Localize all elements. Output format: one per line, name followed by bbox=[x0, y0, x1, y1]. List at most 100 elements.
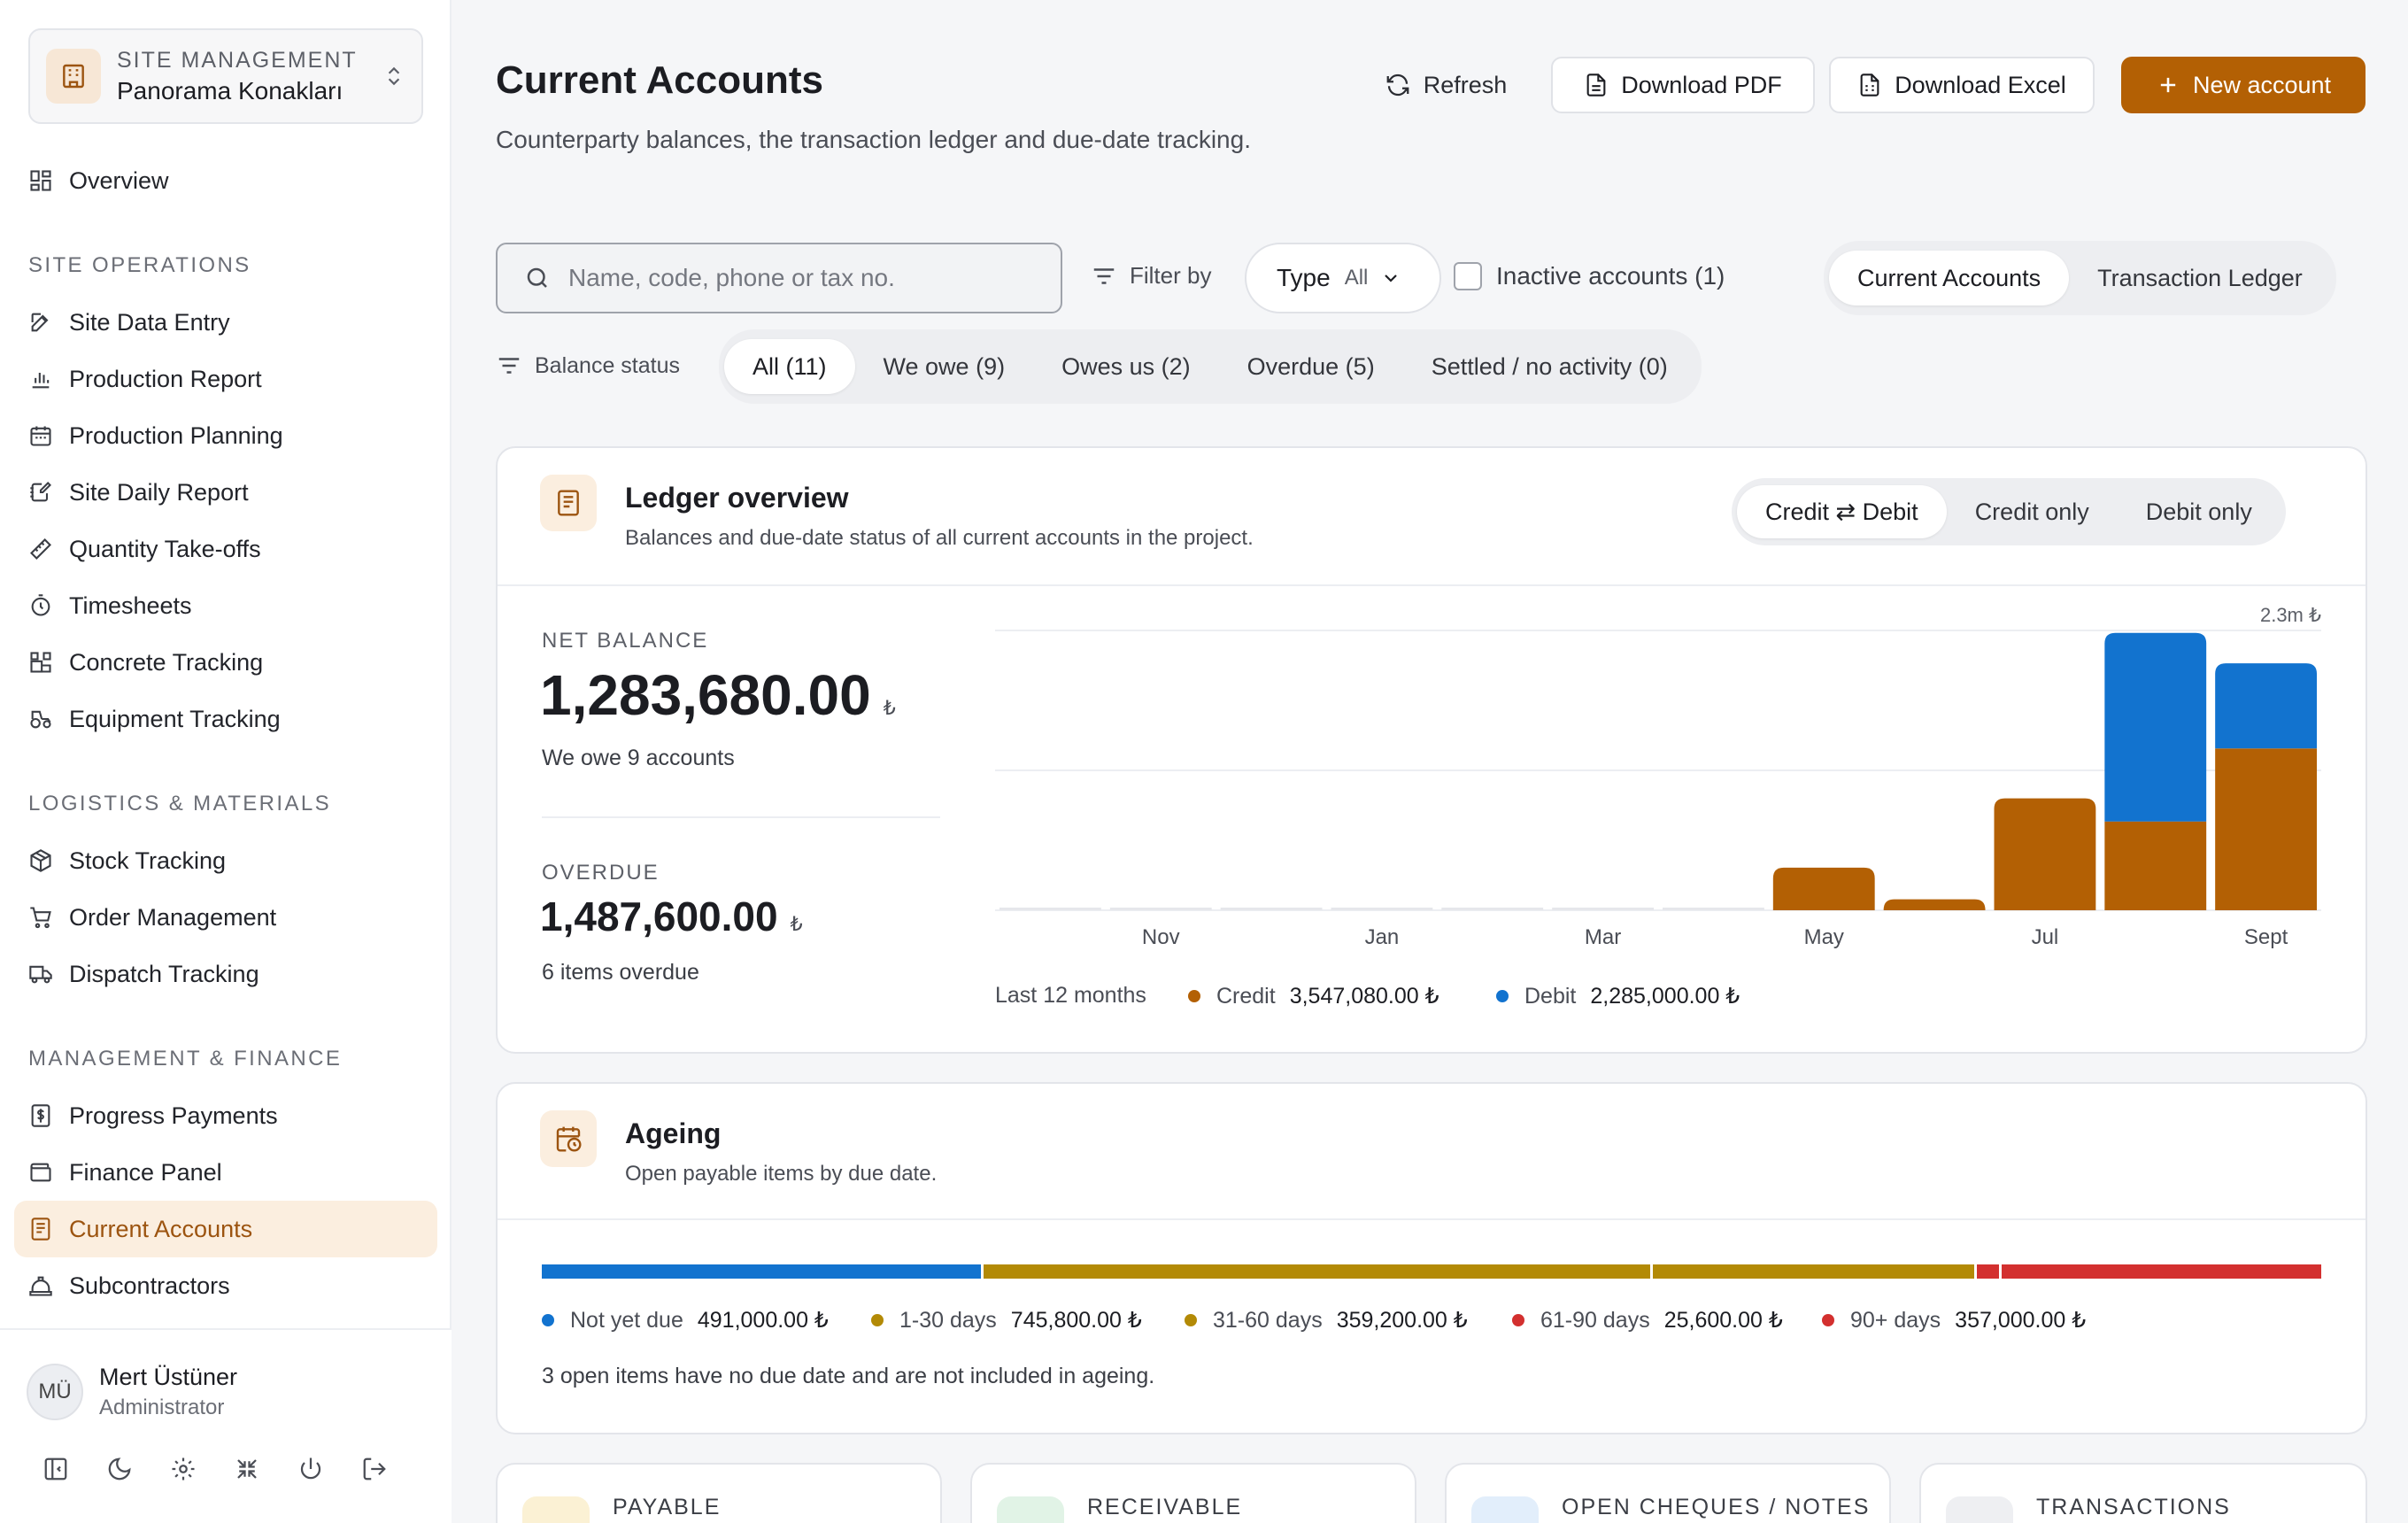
ageing-subtitle: Open payable items by due date. bbox=[625, 1162, 938, 1186]
legend-credit: Credit 3,547,080.00 ₺ bbox=[1188, 983, 1439, 1009]
bar-empty-Oct bbox=[999, 908, 1101, 910]
bar-chart-icon bbox=[32, 373, 50, 389]
balance-status-label: Balance status bbox=[496, 352, 680, 379]
calendar-icon bbox=[30, 426, 51, 446]
chip-overdue[interactable]: Overdue (5) bbox=[1219, 339, 1403, 394]
x-tick-label: Sept bbox=[2244, 925, 2288, 949]
sidebar-item-order-management[interactable]: Order Management bbox=[14, 889, 437, 946]
sidebar-item-label: Concrete Tracking bbox=[69, 648, 264, 676]
chip-owes-us[interactable]: Owes us (2) bbox=[1033, 339, 1219, 394]
tab-current-accounts[interactable]: Current Accounts bbox=[1829, 251, 2070, 305]
sidebar-item-label: Quantity Take-offs bbox=[69, 535, 261, 562]
transactions-icon bbox=[1946, 1496, 2013, 1523]
search-input[interactable] bbox=[568, 264, 1029, 292]
sidebar-item-dispatch-tracking[interactable]: Dispatch Tracking bbox=[14, 946, 437, 1002]
user-panel: MÜ Mert Üstüner Administrator bbox=[0, 1328, 452, 1523]
chip-settled[interactable]: Settled / no activity (0) bbox=[1403, 339, 1696, 394]
ruler-icon bbox=[30, 538, 51, 560]
tractor-icon bbox=[30, 710, 51, 729]
sidebar-item-concrete-tracking[interactable]: Concrete Tracking bbox=[14, 634, 437, 691]
collapse-sidebar-icon[interactable] bbox=[39, 1452, 73, 1486]
bar-empty-Apr bbox=[1663, 908, 1764, 910]
summary-card-open-cheques[interactable]: OPEN CHEQUES / NOTES bbox=[1445, 1463, 1891, 1523]
stopwatch-icon bbox=[31, 594, 50, 616]
chip-we-owe[interactable]: We owe (9) bbox=[855, 339, 1034, 394]
calendar-clock-icon bbox=[540, 1110, 597, 1167]
ageing-segment-not-yet-due bbox=[542, 1264, 981, 1279]
ageing-segment-31-60 bbox=[1652, 1264, 1974, 1279]
sidebar-item-label: Current Accounts bbox=[69, 1215, 253, 1242]
minimize-icon[interactable] bbox=[230, 1452, 264, 1486]
bar-debit-Sept bbox=[2215, 663, 2317, 749]
download-pdf-button[interactable]: Download PDF bbox=[1551, 57, 1815, 113]
bar-empty-Nov bbox=[1109, 908, 1212, 910]
ageing-segment-90-plus bbox=[2002, 1264, 2321, 1279]
truck-icon bbox=[29, 965, 52, 984]
section-site-operations: SITE OPERATIONS bbox=[28, 253, 251, 277]
sidebar-item-progress-payments[interactable]: Progress Payments bbox=[14, 1087, 437, 1144]
refresh-button[interactable]: Refresh bbox=[1370, 57, 1521, 113]
page-title: Current Accounts bbox=[496, 58, 823, 102]
sidebar-item-label: Order Management bbox=[69, 903, 277, 931]
balance-status-chips: All (11) We owe (9) Owes us (2) Overdue … bbox=[719, 329, 1702, 404]
package-icon bbox=[30, 849, 51, 872]
tab-transaction-ledger[interactable]: Transaction Ledger bbox=[2069, 251, 2331, 305]
sidebar-item-site-data-entry[interactable]: Site Data Entry bbox=[14, 294, 437, 351]
legend-period: Last 12 months bbox=[995, 983, 1146, 1008]
power-icon[interactable] bbox=[294, 1452, 328, 1486]
notebook-pen-icon bbox=[30, 482, 51, 502]
sidebar-item-equipment-tracking[interactable]: Equipment Tracking bbox=[14, 691, 437, 747]
ageing-title: Ageing bbox=[625, 1117, 722, 1149]
sidebar-item-label: Production Planning bbox=[69, 421, 283, 449]
sidebar-item-overview[interactable]: Overview bbox=[14, 152, 437, 209]
inactive-checkbox[interactable] bbox=[1454, 262, 1482, 290]
bar-empty-Feb bbox=[1441, 908, 1544, 910]
ageing-legend-61-90: 61-90 days 25,600.00 ₺ bbox=[1512, 1307, 1783, 1334]
logout-icon[interactable] bbox=[358, 1452, 391, 1486]
site-switcher[interactable]: SITE MANAGEMENT Panorama Konakları bbox=[28, 28, 423, 124]
edit-icon bbox=[31, 313, 49, 332]
sidebar-item-stock-tracking[interactable]: Stock Tracking bbox=[14, 832, 437, 889]
avatar[interactable]: MÜ bbox=[27, 1364, 83, 1420]
sidebar-item-label: Timesheets bbox=[69, 591, 192, 619]
sidebar-item-label: Production Report bbox=[69, 365, 262, 392]
search-icon bbox=[527, 267, 547, 288]
summary-card-transactions[interactable]: TRANSACTIONS bbox=[1919, 1463, 2367, 1523]
sidebar-item-label: Progress Payments bbox=[69, 1102, 278, 1129]
ageing-segment-1-30 bbox=[983, 1264, 1650, 1279]
sidebar-item-label: Overview bbox=[69, 166, 169, 194]
filter-by-label: Filter by bbox=[1091, 262, 1211, 290]
sidebar-item-production-planning[interactable]: Production Planning bbox=[14, 407, 437, 464]
bar-empty-Mar bbox=[1552, 908, 1654, 910]
download-excel-button[interactable]: Download Excel bbox=[1829, 57, 2095, 113]
summary-card-receivable[interactable]: RECEIVABLE bbox=[970, 1463, 1416, 1523]
receipt-dollar-icon bbox=[31, 1104, 50, 1127]
sidebar-item-site-daily-report[interactable]: Site Daily Report bbox=[14, 464, 437, 521]
sidebar-item-finance-panel[interactable]: Finance Panel bbox=[14, 1144, 437, 1201]
bar-empty-Dec bbox=[1220, 908, 1323, 910]
sidebar-item-timesheets[interactable]: Timesheets bbox=[14, 577, 437, 634]
plus-icon bbox=[2160, 77, 2176, 93]
sidebar-item-current-accounts[interactable]: Current Accounts bbox=[14, 1201, 437, 1257]
y-max-label: 2.3m ₺ bbox=[2260, 604, 2321, 626]
settings-icon[interactable] bbox=[166, 1452, 200, 1486]
bar-credit-Sept bbox=[2215, 748, 2317, 910]
chip-all[interactable]: All (11) bbox=[724, 339, 855, 394]
dark-mode-icon[interactable] bbox=[103, 1452, 136, 1486]
sidebar-item-quantity-take-offs[interactable]: Quantity Take-offs bbox=[14, 521, 437, 577]
sidebar-item-production-report[interactable]: Production Report bbox=[14, 351, 437, 407]
search-box[interactable] bbox=[496, 243, 1062, 313]
sidebar-item-label: Equipment Tracking bbox=[69, 705, 281, 732]
ledger-icon bbox=[31, 1218, 50, 1241]
ageing-legend-31-60: 31-60 days 359,200.00 ₺ bbox=[1185, 1307, 1468, 1334]
summary-card-payable[interactable]: PAYABLE bbox=[496, 1463, 942, 1523]
user-role: Administrator bbox=[99, 1395, 225, 1419]
sidebar-item-subcontractors[interactable]: Subcontractors bbox=[14, 1257, 437, 1314]
inactive-accounts-toggle[interactable]: Inactive accounts (1) bbox=[1454, 262, 1725, 290]
legend-debit: Debit 2,285,000.00 ₺ bbox=[1496, 983, 1740, 1009]
ageing-legend-not-yet-due: Not yet due 491,000.00 ₺ bbox=[542, 1307, 829, 1334]
new-account-button[interactable]: New account bbox=[2121, 57, 2366, 113]
blocks-icon bbox=[30, 652, 51, 673]
type-select[interactable]: Type All bbox=[1245, 243, 1441, 313]
receivable-icon bbox=[997, 1496, 1064, 1523]
